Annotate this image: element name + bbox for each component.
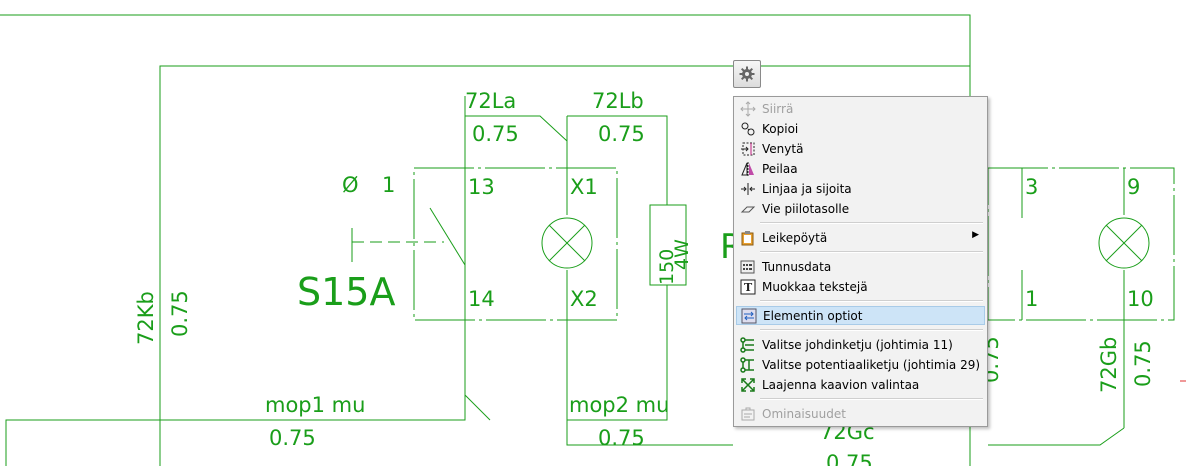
terminal-label: 14 (468, 287, 495, 311)
wire-label: 72Gb (1097, 337, 1121, 393)
terminal-label: X1 (570, 175, 598, 199)
cross-section-label: 0.75 (168, 290, 192, 337)
menu-item-clipboard[interactable]: Leikepöytä ▶ (736, 228, 985, 247)
menu-item-copy[interactable]: Kopioi (736, 119, 985, 138)
identifier-data-icon (738, 259, 758, 275)
cross-section-label: 0.75 (598, 426, 645, 450)
menu-item-label: Muokkaa tekstejä (762, 279, 868, 294)
menu-item-label: Linjaa ja sijoita (762, 181, 852, 196)
element-options-icon (739, 308, 759, 324)
terminal-label: X2 (570, 287, 598, 311)
menu-item-mirror[interactable]: Peilaa (736, 159, 985, 178)
move-icon (738, 100, 758, 117)
menu-separator (760, 398, 983, 400)
cross-section-label: 0.75 (598, 122, 645, 146)
mirror-icon (738, 161, 758, 177)
schematic-canvas[interactable]: 72La 72Lb 0.75 0.75 Ø 1 13 14 X1 X2 3 9 … (0, 0, 1186, 466)
menu-separator (760, 251, 983, 253)
menu-item-expand-selection[interactable]: Laajenna kaavion valintaa (736, 375, 985, 394)
terminal-label: 13 (468, 175, 495, 199)
menu-item-label: Kopioi (762, 121, 799, 136)
menu-item-label: Tunnusdata (762, 259, 832, 274)
switch-position-label: 1 (382, 173, 395, 197)
hide-layer-icon (738, 201, 758, 217)
menu-item-identifier-data[interactable]: Tunnusdata (736, 257, 985, 276)
menu-item-label: Vie piilotasolle (762, 201, 850, 216)
menu-item-edit-text[interactable]: T Muokkaa tekstejä (736, 277, 985, 296)
menu-item-label: Peilaa (762, 161, 798, 176)
switch-position-label: Ø (342, 173, 359, 197)
menu-item-stretch[interactable]: Venytä (736, 139, 985, 158)
resistor-power: 4W (671, 239, 693, 270)
wire-label: 72Lb (592, 89, 644, 113)
wire-label: mop2 mu (569, 393, 669, 417)
menu-item-wire-chain[interactable]: Valitse johdinketju (johtimia 11) (736, 335, 985, 354)
menu-separator (760, 222, 983, 224)
wire-chain-icon (738, 336, 758, 353)
menu-item-element-options[interactable]: Elementin optiot (736, 306, 985, 325)
menu-item-hide-layer[interactable]: Vie piilotasolle (736, 199, 985, 218)
clipboard-icon (738, 230, 758, 246)
svg-text:T: T (744, 281, 753, 294)
potential-chain-icon (738, 356, 758, 373)
menu-item-move[interactable]: Siirrä (736, 99, 985, 118)
menu-separator (760, 300, 983, 302)
menu-item-label: Ominaisuudet (762, 406, 846, 421)
cross-section-label: 0.75 (269, 426, 316, 450)
wire-label: 72Kb (134, 291, 158, 345)
terminal-label: 3 (1025, 175, 1038, 199)
terminal-label: 10 (1127, 287, 1154, 311)
menu-item-label: Valitse potentiaaliketju (johtimia 29) (762, 357, 981, 372)
gear-icon (739, 66, 755, 82)
menu-item-properties[interactable]: Ominaisuudet (736, 404, 985, 423)
terminal-label: 9 (1127, 175, 1140, 199)
wire-line[interactable] (464, 394, 491, 421)
menu-item-label: Laajenna kaavion valintaa (762, 377, 920, 392)
menu-item-label: Elementin optiot (763, 308, 863, 323)
menu-item-label: Leikepöytä (762, 230, 828, 245)
wire-line[interactable] (988, 427, 1125, 446)
menu-item-label: Valitse johdinketju (johtimia 11) (762, 337, 953, 352)
component-name: S15A (297, 270, 395, 314)
cross-section-label: 0.75 (472, 122, 519, 146)
properties-icon (738, 406, 758, 422)
expand-selection-icon (738, 377, 758, 393)
switch-contact[interactable] (429, 207, 466, 266)
menu-item-potential-chain[interactable]: Valitse potentiaaliketju (johtimia 29) (736, 355, 985, 374)
align-icon (738, 181, 758, 197)
wire-label: 72La (465, 89, 516, 113)
cross-section-label: 0.75 (1131, 340, 1155, 387)
context-menu: Siirrä Kopioi Venytä Peilaa Linjaa ja si… (733, 96, 988, 427)
wire-label: mop1 mu (265, 393, 365, 417)
menu-item-label: Siirrä (762, 101, 794, 116)
cross-section-label: 0.75 (826, 451, 873, 466)
menu-item-align[interactable]: Linjaa ja sijoita (736, 179, 985, 198)
submenu-arrow-icon: ▶ (972, 230, 979, 240)
edit-text-icon: T (738, 279, 758, 295)
wire-line[interactable] (0, 14, 971, 96)
terminal-label: 1 (1025, 287, 1038, 311)
menu-item-label: Venytä (762, 141, 804, 156)
copy-icon (738, 121, 758, 137)
stretch-icon (738, 141, 758, 157)
menu-separator (760, 329, 983, 331)
element-settings-button[interactable] (733, 60, 761, 88)
